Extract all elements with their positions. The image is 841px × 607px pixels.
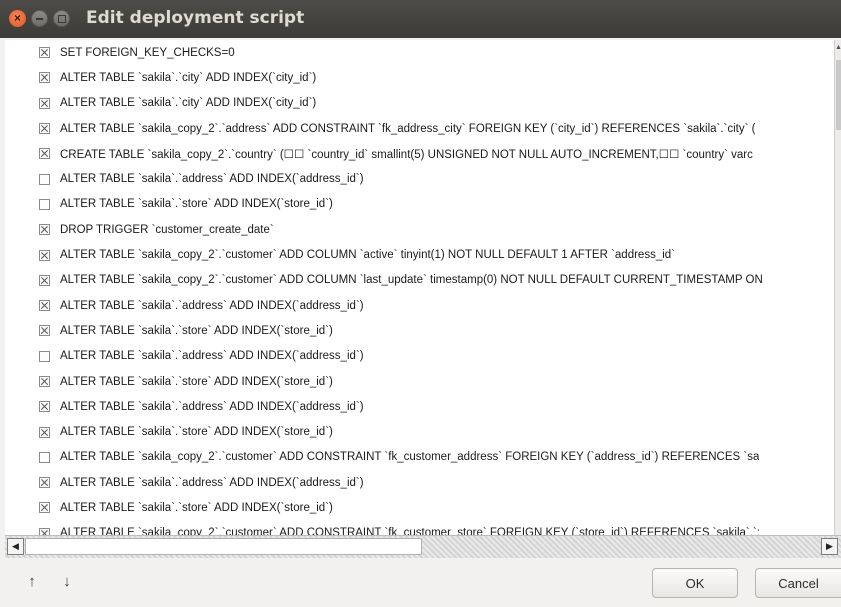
statement-checkbox[interactable] [39,477,50,489]
statement-checkbox[interactable] [39,376,50,387]
statement-checkbox[interactable] [39,350,50,362]
statement-checkbox[interactable] [39,249,50,261]
statement-checkbox[interactable] [39,451,50,463]
statement-checkbox[interactable] [39,325,50,337]
close-icon[interactable]: × [9,10,26,27]
statement-row[interactable]: ALTER TABLE `sakila`.`address` ADD INDEX… [5,344,834,369]
window-titlebar: × Edit deployment script [0,0,841,38]
statement-text: ALTER TABLE `sakila`.`city` ADD INDEX(`c… [60,71,317,84]
statement-text: SET FOREIGN_KEY_CHECKS=0 [60,46,235,59]
statement-row[interactable]: ALTER TABLE `sakila`.`store` ADD INDEX(`… [5,318,834,343]
statement-row[interactable]: ALTER TABLE `sakila`.`address` ADD INDEX… [5,470,834,495]
window-title: Edit deployment script [86,8,305,28]
statement-text: ALTER TABLE `sakila`.`store` ADD INDEX(`… [60,324,333,337]
statement-checkbox[interactable] [39,300,50,312]
statement-text: ALTER TABLE `sakila_copy_2`.`customer` A… [60,249,676,262]
statement-row[interactable]: ALTER TABLE `sakila`.`store` ADD INDEX(`… [5,419,834,444]
statement-text: DROP TRIGGER `customer_create_date` [60,223,274,236]
statement-checkbox[interactable] [39,401,50,413]
statement-checkbox[interactable] [39,527,50,535]
statement-text: ALTER TABLE `sakila_copy_2`.`customer` A… [60,527,760,535]
statement-row[interactable]: ALTER TABLE `sakila`.`city` ADD INDEX(`c… [5,65,834,90]
statement-text: ALTER TABLE `sakila_copy_2`.`customer` A… [60,274,763,287]
vertical-scrollbar[interactable]: ▲ [834,40,841,535]
statement-rows[interactable]: SET FOREIGN_KEY_CHECKS=0 ALTER TABLE `sak… [5,40,834,535]
statement-row[interactable]: ALTER TABLE `sakila`.`address` ADD INDEX… [5,166,834,191]
statement-text: ALTER TABLE `sakila`.`address` ADD INDEX… [60,400,364,413]
chevron-left-icon[interactable]: ◀ [7,538,24,555]
statement-text: ALTER TABLE `sakila`.`address` ADD INDEX… [60,476,364,489]
statement-text: ALTER TABLE `sakila`.`store` ADD INDEX(`… [60,426,333,439]
statement-text: ALTER TABLE `sakila`.`address` ADD INDEX… [60,350,364,363]
statement-checkbox[interactable] [39,148,50,160]
statement-text: CREATE TABLE `sakila_copy_2`.`country` (… [60,148,753,161]
statement-checkbox[interactable] [39,502,50,514]
statement-checkbox[interactable] [39,97,50,109]
move-up-button[interactable]: ↑ [24,573,40,590]
cancel-button[interactable]: Cancel [755,568,841,598]
statement-row[interactable]: CREATE TABLE `sakila_copy_2`.`country` (… [5,141,834,166]
statement-text: ALTER TABLE `sakila`.`address` ADD INDEX… [60,299,364,312]
vertical-scroll-thumb[interactable] [836,60,841,130]
statement-checkbox[interactable] [39,72,50,84]
statement-row[interactable]: ALTER TABLE `sakila_copy_2`.`customer` A… [5,445,834,470]
minimize-icon[interactable] [31,10,48,27]
statement-row[interactable]: DROP TRIGGER `customer_create_date` [5,217,834,242]
statement-text: ALTER TABLE `sakila`.`store` ADD INDEX(`… [60,375,333,388]
statement-checkbox[interactable] [39,173,50,185]
horizontal-scroll-thumb[interactable] [25,538,422,555]
statement-checkbox[interactable] [39,274,50,286]
statement-row[interactable]: ALTER TABLE `sakila`.`address` ADD INDEX… [5,394,834,419]
maximize-icon[interactable] [53,10,70,27]
statement-checkbox[interactable] [39,198,50,210]
move-down-button[interactable]: ↓ [59,573,75,590]
statement-text: ALTER TABLE `sakila`.`store` ADD INDEX(`… [60,198,333,211]
statement-checkbox[interactable] [39,426,50,438]
dialog-footer: ↑ ↓ OK Cancel [0,560,841,607]
chevron-up-icon[interactable]: ▲ [835,44,841,51]
statement-row[interactable]: ALTER TABLE `sakila`.`address` ADD INDEX… [5,293,834,318]
statement-text: ALTER TABLE `sakila`.`store` ADD INDEX(`… [60,501,333,514]
statement-row[interactable]: ALTER TABLE `sakila_copy_2`.`address` AD… [5,116,834,141]
statement-row[interactable]: ALTER TABLE `sakila`.`city` ADD INDEX(`c… [5,91,834,116]
statement-row[interactable]: ALTER TABLE `sakila_copy_2`.`customer` A… [5,242,834,267]
statement-text: ALTER TABLE `sakila_copy_2`.`customer` A… [60,451,760,464]
statement-text: ALTER TABLE `sakila_copy_2`.`address` AD… [60,122,756,135]
statement-checkbox[interactable] [39,224,50,236]
chevron-right-icon[interactable]: ▶ [821,538,838,555]
statement-text: ALTER TABLE `sakila`.`address` ADD INDEX… [60,173,364,186]
statement-row[interactable]: ALTER TABLE `sakila`.`store` ADD INDEX(`… [5,369,834,394]
statement-row[interactable]: ALTER TABLE `sakila`.`store` ADD INDEX(`… [5,192,834,217]
statement-row[interactable]: ALTER TABLE `sakila_copy_2`.`customer` A… [5,268,834,293]
statement-checkbox[interactable] [39,123,50,135]
statement-row[interactable]: ALTER TABLE `sakila`.`store` ADD INDEX(`… [5,495,834,520]
horizontal-scrollbar[interactable]: ◀ ▶ [5,535,841,558]
statement-text: ALTER TABLE `sakila`.`city` ADD INDEX(`c… [60,97,317,110]
statement-list: SET FOREIGN_KEY_CHECKS=0 ALTER TABLE `sak… [5,40,841,558]
statement-checkbox[interactable] [39,47,50,59]
statement-row[interactable]: SET FOREIGN_KEY_CHECKS=0 [5,40,834,65]
ok-button[interactable]: OK [652,568,738,598]
statement-row[interactable]: ALTER TABLE `sakila_copy_2`.`customer` A… [5,521,834,535]
